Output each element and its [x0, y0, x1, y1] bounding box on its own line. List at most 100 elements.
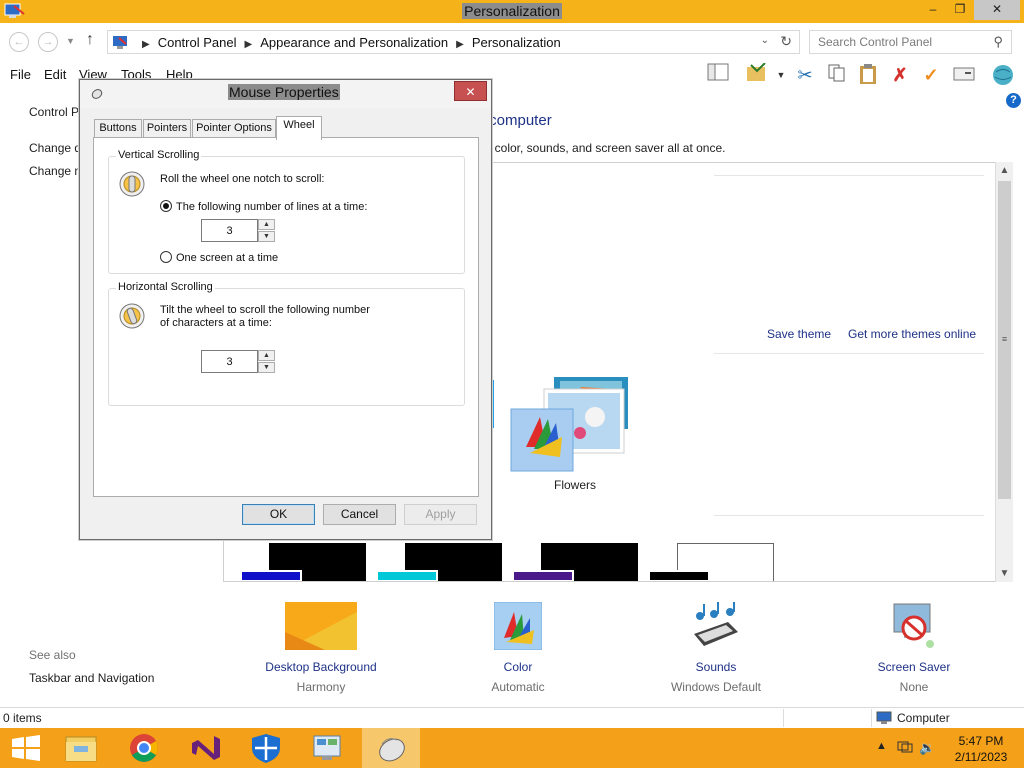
menu-edit[interactable]: Edit — [44, 67, 66, 82]
mouse-icon — [379, 738, 405, 762]
flowers-theme-label: Flowers — [554, 478, 597, 492]
sounds-value: Windows Default — [670, 680, 762, 694]
copy-icon[interactable] — [824, 63, 850, 87]
visual-studio-taskbar-button[interactable] — [176, 728, 234, 768]
breadcrumb-appearance[interactable]: Appearance and Personalization — [260, 35, 448, 50]
tab-pointers[interactable]: Pointers — [143, 119, 191, 138]
search-box[interactable]: ⚲ — [809, 30, 1012, 54]
spin-down-icon[interactable]: ▼ — [258, 362, 275, 373]
taskbar-navigation-link[interactable]: Taskbar and Navigation — [29, 671, 154, 685]
address-dropdown-chevron-icon[interactable]: ⌄ — [761, 35, 769, 46]
color-item[interactable]: Color Automatic — [478, 601, 558, 694]
file-explorer-taskbar-button[interactable] — [54, 728, 112, 768]
recent-locations-chevron-icon[interactable]: ▼ — [66, 36, 75, 46]
back-button[interactable]: ← — [9, 32, 29, 52]
chrome-icon — [130, 734, 158, 762]
save-theme-link[interactable]: Save theme — [767, 327, 831, 341]
spin-down-icon[interactable]: ▼ — [258, 231, 275, 242]
forward-button[interactable]: → — [38, 32, 58, 52]
characters-stepper[interactable]: ▲ ▼ — [201, 350, 276, 373]
address-bar[interactable]: ▶ Control Panel ▶ Appearance and Personaliz… — [107, 30, 800, 54]
color-link[interactable]: Color — [478, 660, 558, 674]
ok-button[interactable]: OK — [242, 504, 315, 525]
delete-icon[interactable]: ✗ — [887, 63, 913, 87]
divider — [783, 709, 784, 727]
flowers-theme-thumbnail[interactable] — [510, 377, 635, 472]
control-panel-taskbar-button[interactable] — [298, 728, 356, 768]
page-subheading: , color, sounds, and screen saver all at… — [488, 141, 726, 155]
lines-stepper[interactable]: ▲ ▼ — [201, 219, 276, 242]
taskbar: ▲ 🔉 5:47 PM 2/11/2023 — [0, 728, 1024, 768]
get-more-themes-link[interactable]: Get more themes online — [848, 327, 976, 341]
refresh-icon[interactable]: ↻ — [780, 33, 792, 50]
clock[interactable]: 5:47 PM 2/11/2023 — [953, 733, 1009, 765]
show-hidden-icons-icon[interactable]: ▲ — [876, 740, 887, 752]
vertical-scrollbar[interactable]: ▲ ≡ ▼ — [995, 162, 1013, 582]
view-options-icon[interactable] — [951, 63, 977, 87]
sounds-link[interactable]: Sounds — [660, 660, 772, 674]
restore-button[interactable]: ❐ — [947, 0, 973, 20]
cut-icon[interactable]: ✂ — [792, 63, 818, 87]
scroll-up-icon[interactable]: ▲ — [996, 162, 1013, 179]
characters-input[interactable] — [201, 350, 258, 373]
breadcrumb-chevron-icon[interactable]: ▶ — [244, 39, 252, 50]
chrome-taskbar-button[interactable] — [115, 728, 173, 768]
tab-pointer-options[interactable]: Pointer Options — [192, 119, 276, 138]
lines-at-a-time-label[interactable]: The following number of lines at a time: — [176, 201, 367, 214]
tab-wheel[interactable]: Wheel — [276, 116, 322, 140]
desktop-background-link[interactable]: Desktop Background — [255, 660, 387, 674]
start-button[interactable] — [0, 728, 58, 768]
screen-saver-item[interactable]: Screen Saver None — [866, 602, 962, 694]
properties-check-icon[interactable]: ✓ — [918, 63, 944, 87]
one-screen-label[interactable]: One screen at a time — [176, 252, 278, 265]
left-link-control-panel-home[interactable]: Control Pa — [29, 105, 86, 119]
left-link-change-mouse-pointers[interactable]: Change m — [29, 164, 84, 178]
visual-studio-icon — [192, 736, 220, 760]
tab-buttons[interactable]: Buttons — [94, 119, 142, 138]
lines-input[interactable] — [201, 219, 258, 242]
cancel-button[interactable]: Cancel — [323, 504, 396, 525]
menu-file[interactable]: File — [10, 67, 31, 82]
divider — [871, 709, 872, 727]
divider — [714, 515, 984, 516]
volume-icon[interactable]: 🔉 — [919, 740, 935, 756]
sounds-icon — [694, 602, 738, 646]
close-button[interactable]: ✕ — [974, 0, 1020, 20]
desktop-background-item[interactable]: Desktop Background Harmony — [255, 602, 387, 694]
folder-options-icon[interactable] — [744, 62, 770, 87]
breadcrumb-chevron-icon[interactable]: ▶ — [456, 39, 464, 50]
paste-icon[interactable] — [855, 63, 881, 87]
screen-saver-link[interactable]: Screen Saver — [866, 660, 962, 674]
search-icon[interactable]: ⚲ — [993, 34, 1003, 50]
globe-icon[interactable] — [990, 63, 1016, 87]
mouse-properties-taskbar-button[interactable] — [362, 728, 420, 768]
horizontal-instruction-line2: of characters at a time: — [160, 317, 272, 329]
search-input[interactable] — [818, 35, 988, 49]
breadcrumb-personalization[interactable]: Personalization — [472, 35, 561, 50]
computer-icon — [876, 711, 892, 724]
lines-at-a-time-radio[interactable] — [160, 200, 172, 212]
spin-up-icon[interactable]: ▲ — [258, 219, 275, 230]
item-count: 0 items — [3, 711, 42, 725]
help-icon[interactable]: ? — [1006, 93, 1021, 108]
spin-up-icon[interactable]: ▲ — [258, 350, 275, 361]
vertical-wheel-icon — [119, 171, 145, 197]
minimize-button[interactable]: ‒ — [920, 0, 946, 20]
defender-taskbar-button[interactable] — [237, 728, 295, 768]
sounds-item[interactable]: Sounds Windows Default — [660, 602, 772, 694]
preview-pane-icon[interactable] — [705, 63, 731, 87]
network-icon[interactable] — [897, 740, 913, 757]
clock-date: 2/11/2023 — [954, 750, 1008, 764]
scrollbar-grip-icon: ≡ — [1001, 334, 1008, 344]
dialog-close-button[interactable]: ✕ — [454, 81, 487, 101]
toolbar-dropdown-chevron-icon[interactable]: ▼ — [768, 63, 794, 87]
up-arrow-icon[interactable]: ↑ — [86, 31, 94, 49]
vertical-scrolling-group: Vertical Scrolling Roll the wheel one no… — [108, 149, 465, 274]
horizontal-instruction-line1: Tilt the wheel to scroll the following n… — [160, 304, 370, 316]
high-contrast-mini-2 — [376, 570, 438, 581]
apply-button[interactable]: Apply — [404, 504, 477, 525]
breadcrumb-control-panel[interactable]: Control Panel — [158, 35, 237, 50]
vertical-instruction: Roll the wheel one notch to scroll: — [160, 173, 325, 185]
scroll-down-icon[interactable]: ▼ — [996, 565, 1013, 582]
one-screen-radio[interactable] — [160, 251, 172, 263]
